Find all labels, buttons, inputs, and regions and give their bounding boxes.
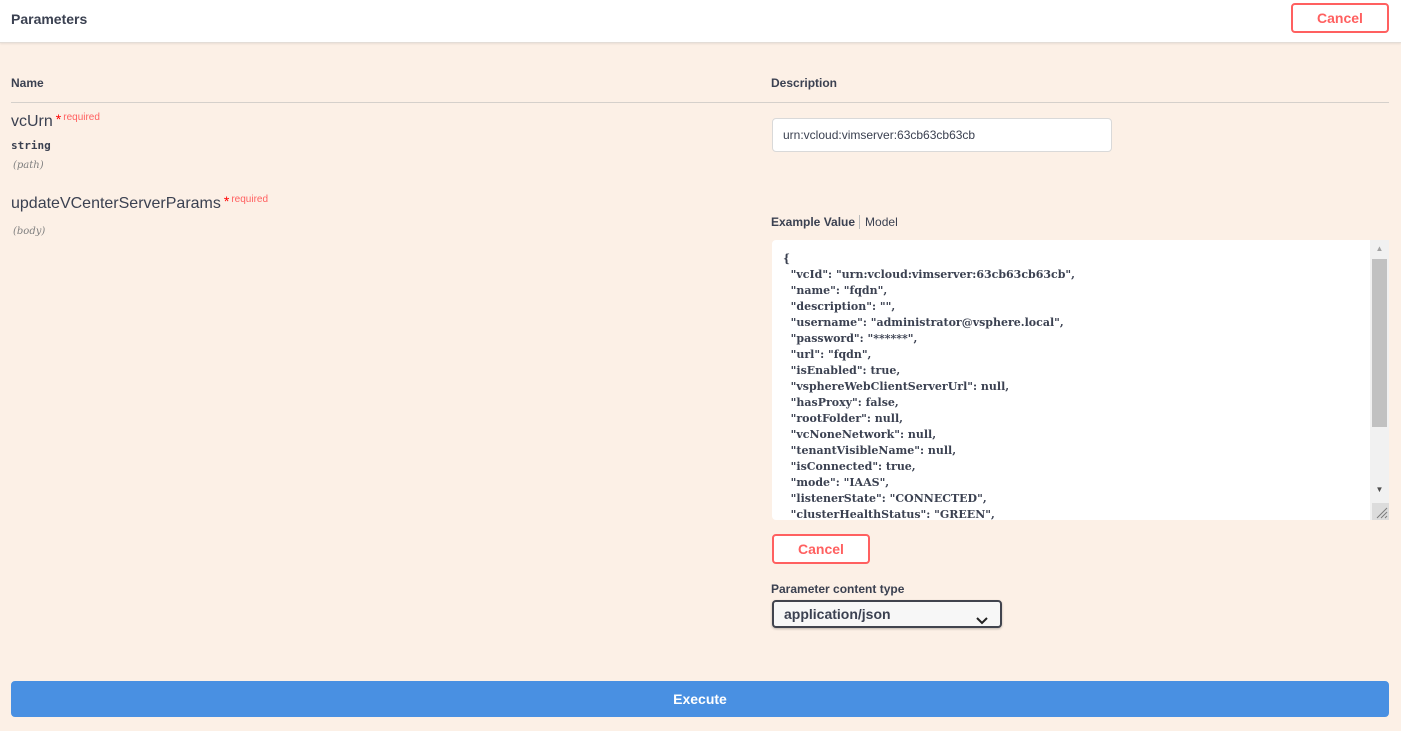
param-name-vcurn: vcUrn * required bbox=[11, 111, 100, 131]
parameters-header: Parameters bbox=[0, 0, 1401, 43]
column-header-description: Description bbox=[771, 76, 838, 90]
param-in-vcurn: (path) bbox=[13, 160, 44, 171]
scrollbar-thumb[interactable] bbox=[1372, 259, 1387, 427]
content-type-label: Parameter content type bbox=[771, 582, 905, 596]
content-type-selected: application/json bbox=[784, 606, 891, 622]
param-in-update-vcenter-server-params: (body) bbox=[13, 226, 46, 237]
param-type-vcurn: string bbox=[11, 139, 51, 152]
body-tabs: Example Value Model bbox=[771, 215, 898, 231]
vcurn-input[interactable] bbox=[772, 118, 1112, 152]
required-star: * bbox=[223, 193, 230, 209]
parameters-title: Parameters bbox=[11, 11, 88, 27]
header-divider bbox=[11, 102, 1389, 103]
body-editor-text[interactable]: { "vcId": "urn:vcloud:vimserver:63cb63cb… bbox=[783, 251, 1368, 520]
body-editor[interactable]: { "vcId": "urn:vcloud:vimserver:63cb63cb… bbox=[772, 240, 1389, 520]
tab-model[interactable]: Model bbox=[860, 215, 898, 229]
cancel-button-body[interactable]: Cancel bbox=[772, 534, 870, 564]
content-type-select[interactable]: application/json bbox=[772, 600, 1002, 628]
param-name-update-vcenter-server-params: updateVCenterServerParams * required bbox=[11, 193, 269, 213]
chevron-down-icon bbox=[976, 609, 988, 633]
cancel-button-top[interactable]: Cancel bbox=[1291, 3, 1389, 33]
scroll-up-arrow-icon[interactable]: ▲ bbox=[1370, 240, 1389, 257]
required-label: required bbox=[63, 112, 100, 123]
editor-scrollbar[interactable]: ▲ ▼ bbox=[1370, 240, 1389, 520]
param-name-label: updateVCenterServerParams bbox=[11, 195, 221, 212]
param-name-label: vcUrn bbox=[11, 113, 53, 130]
required-label: required bbox=[231, 194, 269, 205]
column-header-name: Name bbox=[11, 76, 44, 90]
required-star: * bbox=[55, 111, 62, 127]
scroll-down-arrow-icon[interactable]: ▼ bbox=[1370, 481, 1389, 498]
resize-grip-icon[interactable] bbox=[1372, 503, 1389, 520]
tab-example-value[interactable]: Example Value bbox=[771, 215, 861, 229]
execute-button[interactable]: Execute bbox=[11, 681, 1389, 717]
